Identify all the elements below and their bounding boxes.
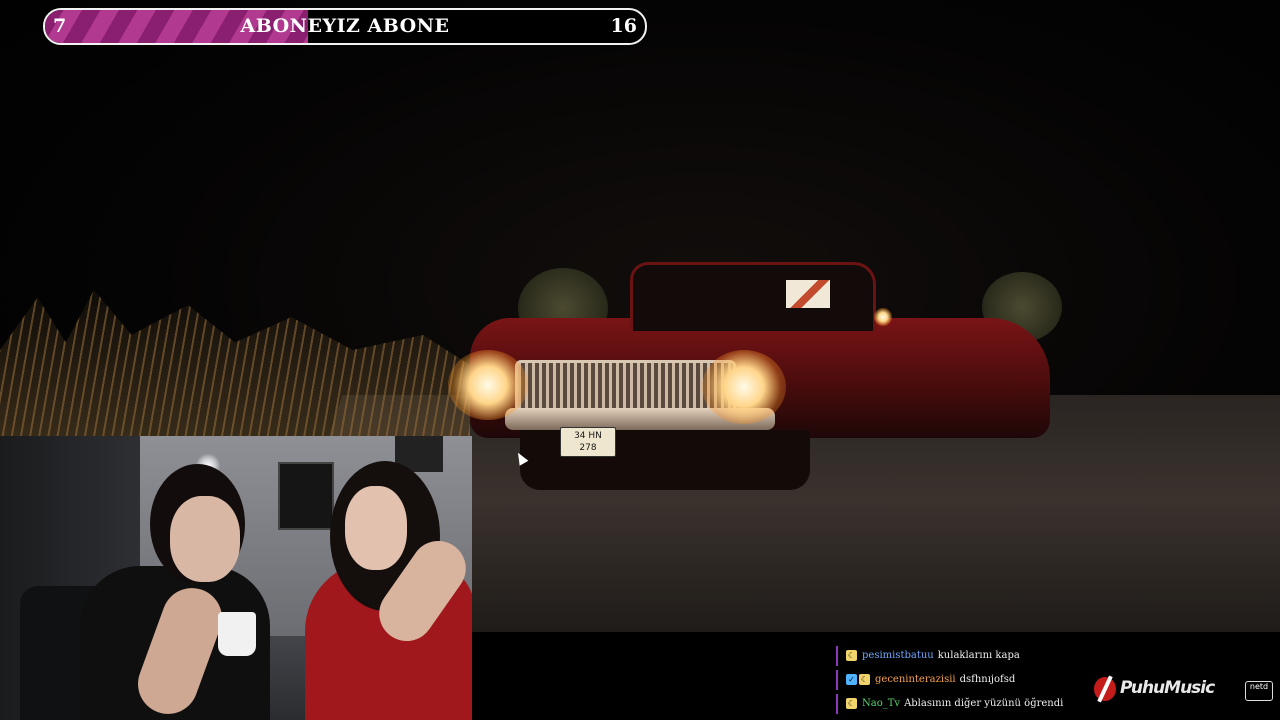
plate-line-1: 34 HN <box>574 431 602 441</box>
chat-username: pesimistbatuu <box>862 650 934 661</box>
chat-message: ✓ ☾ geceninterazisii dsfhnıjofsd <box>836 670 1096 690</box>
chat-text: Ablasının diğer yüzünü öğrendi <box>904 698 1064 709</box>
plate-line-2: 278 <box>579 443 597 453</box>
chat-text: dsfhnıjofsd <box>959 674 1016 685</box>
label-logo-icon <box>1094 677 1116 701</box>
wall-poster <box>278 462 334 530</box>
goal-title: ABONEYIZ ABONE <box>240 15 450 37</box>
moon-badge-icon: ☾ <box>859 674 870 685</box>
netd-logo: netd <box>1245 681 1273 701</box>
license-plate: 34 HN 278 <box>560 427 616 457</box>
goal-target-count: 16 <box>610 15 637 37</box>
streamer-right-face <box>345 486 407 570</box>
headlight-left <box>448 350 528 420</box>
streamer-left-face <box>170 496 240 582</box>
roadside-grass <box>0 290 470 440</box>
car-windshield <box>630 262 876 331</box>
moon-badge-icon: ☾ <box>846 650 857 661</box>
branding-logos: PuhuMusic netd <box>1094 674 1274 706</box>
chat-username: geceninterazisii <box>875 674 956 685</box>
chat-overlay: ☾ pesimistbatuu kulaklarını kapa ✓ ☾ gecenin… <box>836 646 1096 718</box>
distant-light <box>874 308 892 326</box>
moon-badge-icon: ☾ <box>846 698 857 709</box>
chat-message: ☾ Nao_Tv Ablasının diğer yüzünü öğrendi <box>836 694 1096 714</box>
label-logo: PuhuMusic <box>1120 678 1215 698</box>
chat-message: ☾ pesimistbatuu kulaklarını kapa <box>836 646 1096 666</box>
webcam-overlay <box>0 436 472 720</box>
subscriber-goal-bar: 7 ABONEYIZ ABONE 16 <box>43 8 647 45</box>
chat-username: Nao_Tv <box>862 698 901 709</box>
verified-badge-icon: ✓ <box>846 674 857 685</box>
chat-text: kulaklarını kapa <box>937 650 1020 661</box>
coffee-mug <box>218 612 256 656</box>
warning-sign <box>786 280 830 308</box>
headlight-right <box>702 350 786 424</box>
